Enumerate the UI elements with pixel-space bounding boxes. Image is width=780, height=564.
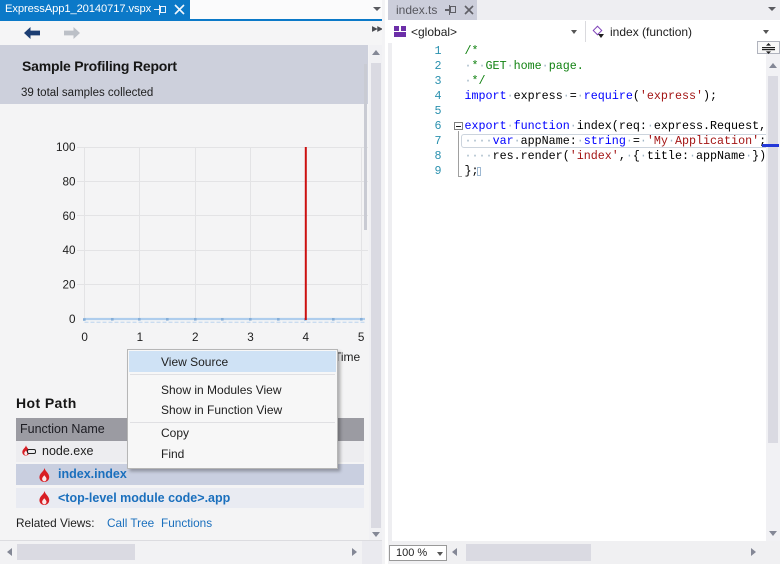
svg-text:4: 4 bbox=[303, 331, 310, 344]
svg-text:2: 2 bbox=[192, 331, 199, 344]
svg-text:20: 20 bbox=[62, 279, 76, 292]
svg-text:3: 3 bbox=[247, 331, 254, 344]
svg-text:40: 40 bbox=[62, 244, 76, 257]
svg-text:0: 0 bbox=[81, 331, 88, 344]
svg-text:60: 60 bbox=[62, 210, 76, 223]
svg-text:0: 0 bbox=[69, 313, 76, 326]
svg-text:5: 5 bbox=[358, 331, 365, 344]
svg-text:80: 80 bbox=[62, 175, 76, 188]
svg-text:100: 100 bbox=[56, 141, 76, 154]
svg-text:1: 1 bbox=[137, 331, 144, 344]
